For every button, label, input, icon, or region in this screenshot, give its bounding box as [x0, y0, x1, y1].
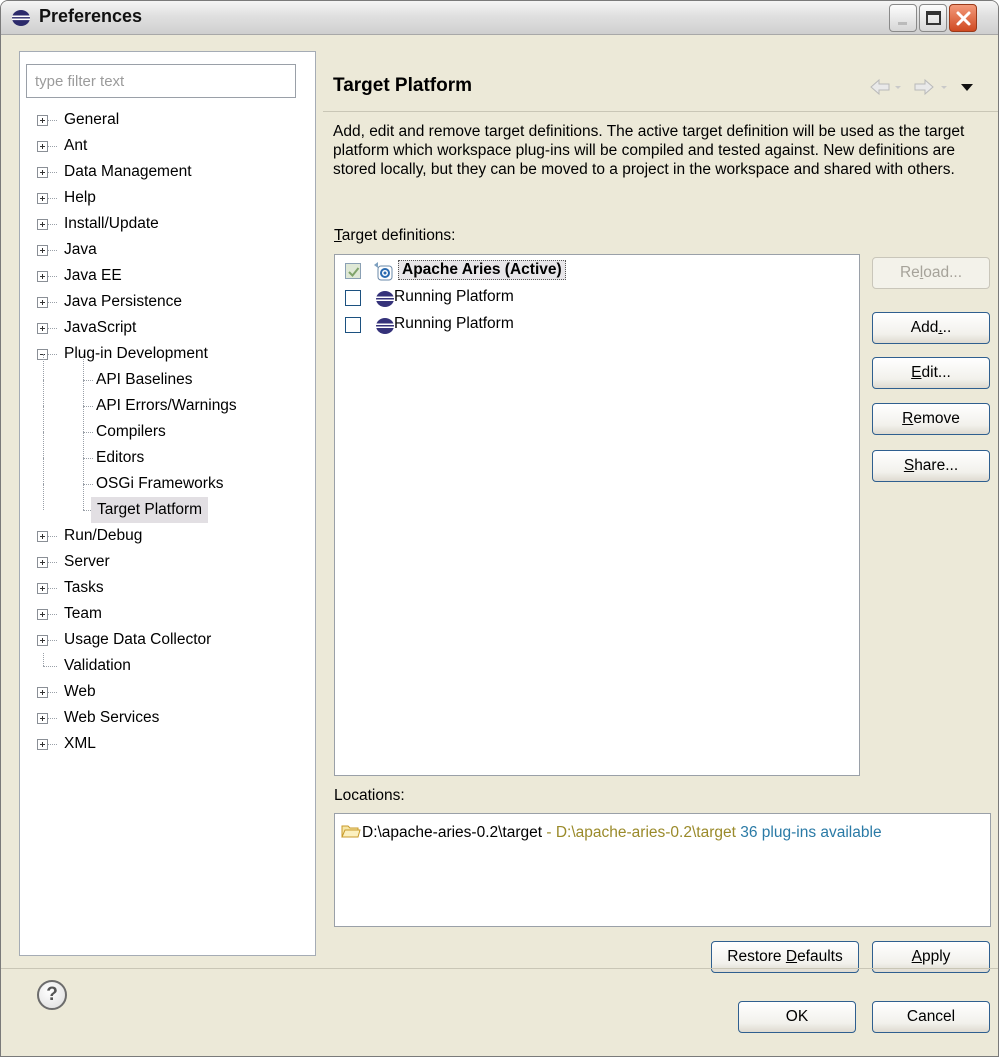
expand-icon[interactable] — [37, 557, 48, 568]
add-button[interactable]: Add... — [872, 312, 990, 344]
tree-item-java-persistence[interactable]: Java Persistence — [35, 289, 313, 315]
expand-icon[interactable] — [37, 687, 48, 698]
tree-item-compilers[interactable]: Compilers — [35, 406, 313, 445]
target-label: Apache Aries (Active) — [398, 260, 566, 280]
forward-menu-icon[interactable] — [941, 86, 947, 89]
tree-item-web[interactable]: Web — [35, 679, 313, 705]
target-row-running-platform[interactable]: Running Platform — [345, 285, 845, 311]
locations-label: Locations: — [334, 787, 405, 804]
target-row-running-platform[interactable]: Running Platform — [345, 312, 845, 338]
location-detail: D:\apache-aries-0.2\target — [555, 824, 736, 841]
target-definitions-list[interactable]: Apache Aries (Active) Running Platform R… — [334, 254, 860, 776]
expand-icon[interactable] — [37, 193, 48, 204]
expand-icon[interactable] — [37, 609, 48, 620]
tree-item-java[interactable]: Java — [35, 237, 313, 263]
page-description: Add, edit and remove target definitions.… — [333, 123, 965, 178]
expand-icon[interactable] — [37, 297, 48, 308]
title-bar: Preferences — [1, 1, 998, 35]
tree-item-validation[interactable]: Validation — [35, 653, 313, 679]
preferences-tree: General Ant Data Management Help Install… — [35, 107, 313, 757]
expand-icon[interactable] — [37, 271, 48, 282]
expand-icon[interactable] — [37, 713, 48, 724]
maximize-icon — [926, 11, 941, 25]
expand-icon[interactable] — [37, 323, 48, 334]
back-menu-icon[interactable] — [895, 86, 901, 89]
reload-button[interactable]: Reload... — [872, 257, 990, 289]
tree-item-run-debug[interactable]: Run/Debug — [35, 523, 313, 549]
target-checkbox[interactable] — [345, 317, 361, 333]
checkmark-icon — [348, 267, 360, 277]
tree-item-xml[interactable]: XML — [35, 731, 313, 757]
target-row-apache-aries[interactable]: Apache Aries (Active) — [345, 258, 845, 284]
location-path: D:\apache-aries-0.2\target — [362, 824, 543, 841]
location-row[interactable]: D:\apache-aries-0.2\target - D:\apache-a… — [341, 823, 882, 842]
expand-icon[interactable] — [37, 141, 48, 152]
footer-separator — [1, 968, 998, 969]
target-label: Running Platform — [394, 288, 514, 305]
tree-item-target-platform[interactable]: Target Platform — [35, 484, 313, 523]
edit-button[interactable]: Edit... — [872, 357, 990, 389]
tree-item-web-services[interactable]: Web Services — [35, 705, 313, 731]
target-definitions-label: Target definitions: — [334, 227, 456, 244]
tree-item-server[interactable]: Server — [35, 549, 313, 575]
eclipse-icon — [376, 291, 394, 307]
tree-item-javascript[interactable]: JavaScript — [35, 315, 313, 341]
expand-icon[interactable] — [37, 115, 48, 126]
back-arrow-icon[interactable] — [870, 78, 890, 96]
tree-item-install-update[interactable]: Install/Update — [35, 211, 313, 237]
close-button[interactable] — [949, 4, 977, 32]
expand-icon[interactable] — [37, 245, 48, 256]
expand-icon[interactable] — [37, 739, 48, 750]
window-title: Preferences — [39, 6, 143, 26]
view-menu-icon[interactable] — [961, 84, 973, 91]
cancel-button[interactable]: Cancel — [872, 1001, 990, 1033]
tree-item-plugin-development[interactable]: Plug-in Development — [35, 341, 313, 367]
help-icon[interactable]: ? — [37, 980, 67, 1010]
minimize-icon — [898, 22, 907, 25]
close-icon — [956, 11, 971, 26]
filter-input[interactable] — [26, 64, 296, 98]
expand-icon[interactable] — [37, 635, 48, 646]
tree-item-general[interactable]: General — [35, 107, 313, 133]
ok-button[interactable]: OK — [738, 1001, 856, 1033]
share-button[interactable]: Share... — [872, 450, 990, 482]
tree-item-api-baselines[interactable]: API Baselines — [35, 354, 313, 393]
tree-item-team[interactable]: Team — [35, 601, 313, 627]
tree-item-osgi-frameworks[interactable]: OSGi Frameworks — [35, 458, 313, 497]
target-checkbox[interactable] — [345, 290, 361, 306]
tree-item-ant[interactable]: Ant — [35, 133, 313, 159]
page-navigation — [870, 78, 973, 96]
forward-arrow-icon[interactable] — [914, 78, 934, 96]
tree-item-help[interactable]: Help — [35, 185, 313, 211]
target-label: Running Platform — [394, 315, 514, 332]
eclipse-icon — [376, 318, 394, 334]
minimize-button[interactable] — [889, 4, 917, 32]
expand-icon[interactable] — [37, 531, 48, 542]
tree-item-tasks[interactable]: Tasks — [35, 575, 313, 601]
expand-icon[interactable] — [37, 167, 48, 178]
tree-item-java-ee[interactable]: Java EE — [35, 263, 313, 289]
location-plugin-count: 36 plug-ins available — [735, 824, 882, 841]
tree-item-api-errors-warnings[interactable]: API Errors/Warnings — [35, 380, 313, 419]
maximize-button[interactable] — [919, 4, 947, 32]
target-definition-icon — [374, 262, 393, 281]
eclipse-icon — [12, 10, 30, 26]
target-checkbox[interactable] — [345, 263, 361, 279]
tree-item-data-management[interactable]: Data Management — [35, 159, 313, 185]
remove-button[interactable]: Remove — [872, 403, 990, 435]
preferences-window: Preferences General Ant Data Management … — [0, 0, 999, 1057]
page-header: Target Platform — [323, 69, 993, 109]
expand-icon[interactable] — [37, 583, 48, 594]
locations-list[interactable]: D:\apache-aries-0.2\target - D:\apache-a… — [334, 813, 991, 927]
page-title: Target Platform — [333, 75, 473, 96]
expand-icon[interactable] — [37, 219, 48, 230]
folder-icon — [341, 825, 361, 838]
tree-item-editors[interactable]: Editors — [35, 432, 313, 471]
header-separator — [323, 111, 998, 112]
tree-item-usage-data-collector[interactable]: Usage Data Collector — [35, 627, 313, 653]
